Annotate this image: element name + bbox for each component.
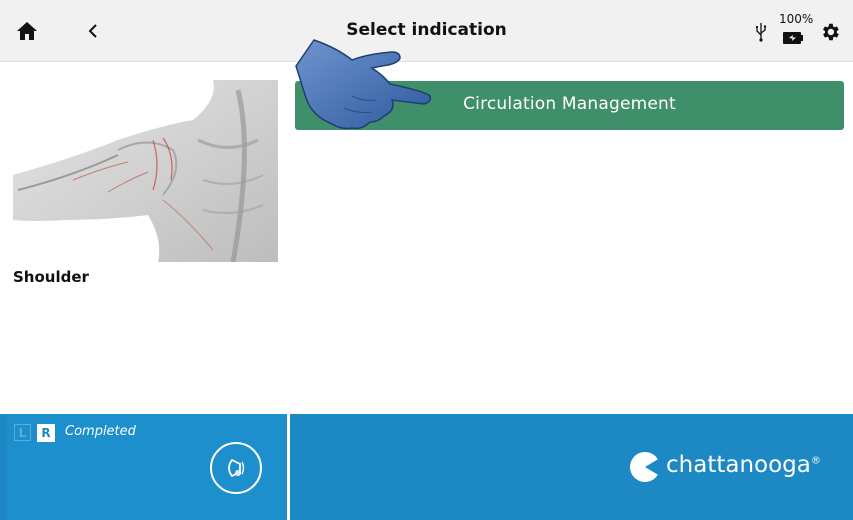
ultrasound-head-icon xyxy=(228,458,245,478)
brand-text: chattanooga xyxy=(666,452,811,478)
status-text: Completed xyxy=(65,424,136,439)
footer-divider xyxy=(287,414,290,520)
footer-bar: L R Completed chattanooga® xyxy=(0,414,853,520)
treatment-status-panel: L R Completed xyxy=(7,414,287,520)
gear-icon[interactable] xyxy=(819,21,841,43)
start-treatment-button[interactable] xyxy=(210,442,262,494)
brand-name: chattanooga® xyxy=(666,452,821,478)
top-bar: Select indication 100% xyxy=(0,0,853,62)
indication-button-circulation-management[interactable]: Circulation Management xyxy=(295,81,844,130)
battery-icon xyxy=(782,30,804,44)
indication-label: Circulation Management xyxy=(463,94,676,114)
side-right-toggle[interactable]: R xyxy=(37,424,55,442)
chattanooga-logo-icon xyxy=(630,452,662,482)
battery-percentage: 100% xyxy=(779,12,814,26)
shoulder-anatomy-image xyxy=(13,80,278,262)
usb-icon xyxy=(755,22,767,42)
side-left-toggle[interactable]: L xyxy=(14,424,31,441)
body-part-label: Shoulder xyxy=(13,268,89,286)
page-title: Select indication xyxy=(346,20,507,40)
brand-registered-mark: ® xyxy=(810,455,821,467)
